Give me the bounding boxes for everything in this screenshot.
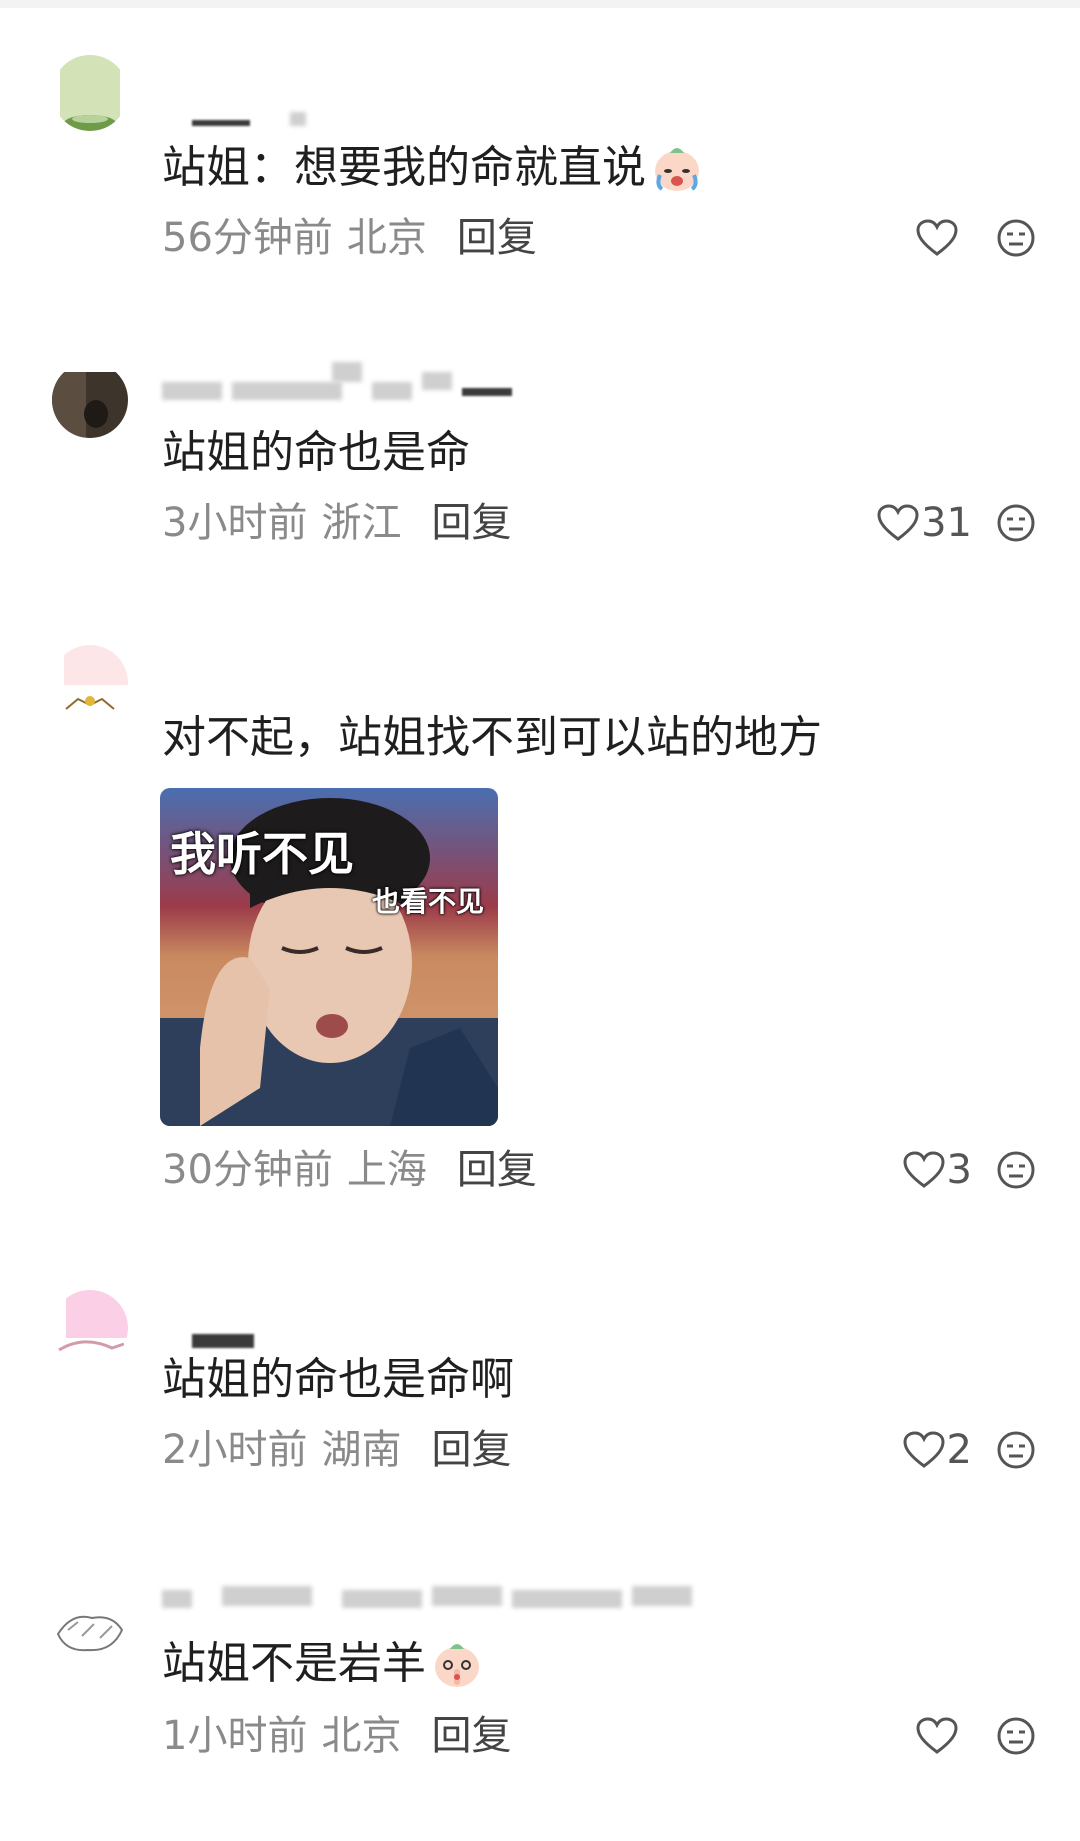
comment-text: 站姐的命也是命: [162, 427, 470, 478]
comment-text: 站姐的命也是命啊: [162, 1354, 514, 1405]
comment-time: 1小时前: [162, 1713, 308, 1759]
comment-meta: 2小时前 湖南 回复: [162, 1424, 511, 1476]
comment-meta: 3小时前 浙江 回复: [162, 497, 511, 549]
heart-outline-icon: [916, 219, 958, 256]
neutral-face-icon[interactable]: [996, 218, 1036, 258]
heart-outline-icon: [877, 504, 919, 541]
comment-text-row: 站姐：想要我的命就直说: [162, 140, 704, 196]
comment-text-row: 站姐不是岩羊: [162, 1636, 484, 1692]
comment-time: 30分钟前: [162, 1147, 333, 1193]
heart-outline-icon: [916, 1717, 958, 1754]
crying-face-emoji: [655, 148, 699, 191]
username-redacted[interactable]: [162, 112, 322, 130]
comment-time: 2小时前: [162, 1427, 308, 1473]
like-count: 31: [921, 500, 972, 546]
username-redacted[interactable]: [162, 362, 542, 400]
comment-text: 站姐不是岩羊: [162, 1638, 426, 1689]
like-button[interactable]: 31: [877, 497, 972, 549]
like-count: 3: [946, 1147, 972, 1193]
like-button[interactable]: 2: [903, 1424, 972, 1476]
comment-time: 56分钟前: [162, 215, 333, 261]
meme-caption-main: 我听不见: [170, 827, 354, 881]
reply-button[interactable]: 回复: [431, 500, 511, 546]
neutral-face-icon[interactable]: [996, 503, 1036, 543]
comment-location: 北京: [346, 215, 427, 261]
comment-text: 站姐：想要我的命就直说: [162, 142, 646, 193]
meme-caption-sub: 也看不见: [372, 885, 485, 918]
neutral-face-icon[interactable]: [996, 1150, 1036, 1190]
avatar[interactable]: [52, 1290, 128, 1366]
like-button[interactable]: 3: [903, 1144, 972, 1196]
comment-text: 对不起，站姐找不到可以站的地方: [162, 712, 822, 763]
username-redacted[interactable]: [162, 1586, 692, 1608]
comment-text-row: 站姐的命也是命: [162, 425, 470, 481]
reply-button[interactable]: 回复: [431, 1713, 511, 1759]
avatar[interactable]: [52, 55, 128, 131]
like-count: 2: [946, 1427, 972, 1473]
reply-button[interactable]: 回复: [457, 215, 537, 261]
comment-location: 湖南: [321, 1427, 402, 1473]
like-button[interactable]: [916, 1710, 960, 1762]
heart-outline-icon: [903, 1431, 945, 1468]
top-divider: [0, 0, 1080, 8]
username-redacted[interactable]: [162, 1330, 362, 1348]
comment-text-row: 对不起，站姐找不到可以站的地方: [162, 710, 822, 766]
comment-location: 浙江: [321, 500, 402, 546]
avatar[interactable]: [52, 645, 128, 721]
heart-outline-icon: [903, 1151, 945, 1188]
comment-meta: 56分钟前 北京 回复: [162, 212, 537, 264]
comment-time: 3小时前: [162, 500, 308, 546]
comment-meta: 30分钟前 上海 回复: [162, 1144, 537, 1196]
meme-image[interactable]: 我听不见 也看不见: [160, 788, 498, 1126]
shushing-face-emoji: [435, 1644, 479, 1687]
comment-meta: 1小时前 北京 回复: [162, 1710, 511, 1762]
neutral-face-icon[interactable]: [996, 1716, 1036, 1756]
comment-location: 北京: [321, 1713, 402, 1759]
comment-text-row: 站姐的命也是命啊: [162, 1352, 514, 1408]
reply-button[interactable]: 回复: [431, 1427, 511, 1473]
reply-button[interactable]: 回复: [457, 1147, 537, 1193]
avatar[interactable]: [52, 1594, 128, 1670]
neutral-face-icon[interactable]: [996, 1430, 1036, 1470]
like-button[interactable]: [916, 212, 960, 264]
avatar[interactable]: [52, 362, 128, 438]
comment-location: 上海: [346, 1147, 427, 1193]
